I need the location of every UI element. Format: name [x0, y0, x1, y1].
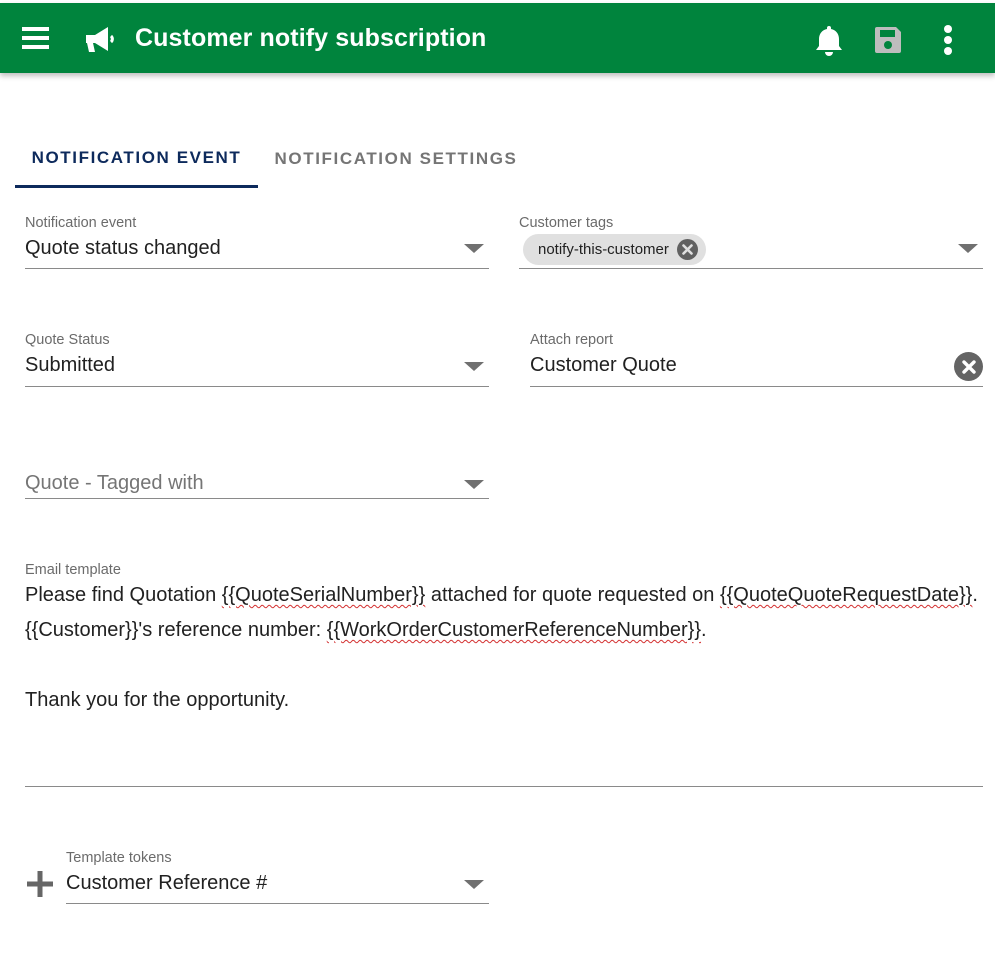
hamburger-menu-icon[interactable] [21, 24, 49, 52]
email-line-3: Thank you for the opportunity. [25, 689, 290, 711]
customer-tags-select[interactable]: Customer tags notify-this-customer [519, 215, 983, 269]
clear-icon[interactable] [954, 352, 983, 381]
app-bar: Customer notify subscription [0, 3, 995, 73]
notification-event-value: Quote status changed [25, 237, 221, 259]
email-template-label: Email template [25, 562, 121, 578]
email-template-underline [25, 786, 983, 787]
tag-chip-label: notify-this-customer [538, 241, 669, 258]
tab-bar: NOTIFICATION EVENT NOTIFICATION SETTINGS [15, 130, 545, 188]
chevron-down-icon[interactable] [464, 362, 484, 371]
text: . [972, 584, 978, 606]
field-underline [530, 386, 983, 387]
quote-status-value: Submitted [25, 354, 116, 376]
field-underline [519, 268, 983, 269]
tab-notification-settings[interactable]: NOTIFICATION SETTINGS [267, 130, 525, 188]
text: . [701, 619, 707, 641]
quote-tagged-with-placeholder: Quote - Tagged with [25, 472, 204, 494]
plus-icon[interactable] [26, 871, 54, 897]
template-tokens-label: Template tokens [66, 850, 172, 866]
text: {{Customer}}'s reference number: [25, 619, 327, 641]
field-underline [66, 903, 489, 904]
notification-event-label: Notification event [25, 215, 137, 231]
template-tokens-value: Customer Reference # [66, 872, 268, 894]
template-tokens-select[interactable]: Template tokens Customer Reference # [66, 850, 489, 904]
template-token: {{WorkOrderCustomerReferenceNumber}} [326, 619, 702, 641]
quote-status-select[interactable]: Quote Status Submitted [25, 332, 489, 387]
field-underline [25, 498, 489, 499]
attach-report-label: Attach report [530, 332, 614, 348]
floppy-disk-icon[interactable] [873, 25, 903, 55]
email-template-textarea[interactable]: Please find Quotation {{QuoteSerialNumbe… [25, 578, 983, 718]
text: Please find Quotation [25, 584, 222, 606]
close-icon[interactable] [676, 239, 698, 260]
chevron-down-icon[interactable] [464, 244, 484, 253]
chevron-down-icon[interactable] [464, 480, 484, 489]
quote-status-label: Quote Status [25, 332, 110, 348]
chevron-down-icon[interactable] [958, 244, 978, 253]
field-underline [25, 386, 489, 387]
customer-tags-label: Customer tags [519, 215, 614, 231]
text: attached for quote requested on [425, 584, 720, 606]
template-token: {{QuoteSerialNumber}} [221, 584, 426, 606]
email-line-2: {{Customer}}'s reference number: {{WorkO… [25, 613, 983, 648]
chevron-down-icon[interactable] [464, 880, 484, 889]
quote-tagged-with-select[interactable]: Quote - Tagged with [25, 470, 489, 499]
field-underline [25, 268, 489, 269]
page-title: Customer notify subscription [135, 24, 487, 52]
vertical-dots-icon[interactable] [938, 23, 958, 57]
bell-icon[interactable] [814, 23, 844, 57]
email-line-1: Please find Quotation {{QuoteSerialNumbe… [25, 578, 983, 613]
attach-report-value: Customer Quote [530, 354, 677, 376]
tag-chip: notify-this-customer [523, 234, 706, 265]
attach-report-field[interactable]: Attach report Customer Quote [530, 332, 983, 387]
megaphone-icon [84, 25, 116, 55]
template-token: {{QuoteQuoteRequestDate}} [719, 584, 973, 606]
tab-notification-event[interactable]: NOTIFICATION EVENT [15, 130, 258, 188]
email-blank-line [25, 648, 983, 683]
notification-event-select[interactable]: Notification event Quote status changed [25, 215, 489, 269]
